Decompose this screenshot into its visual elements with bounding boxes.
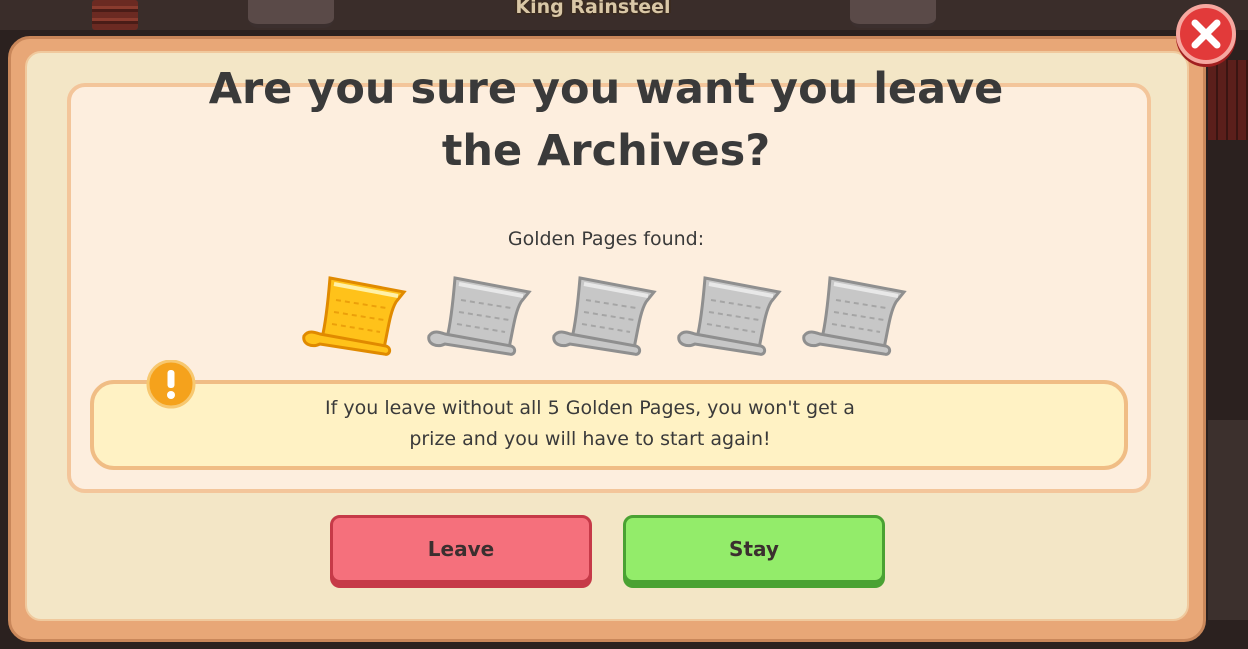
leave-button-label: Leave — [427, 537, 495, 561]
stay-button-label: Stay — [729, 537, 779, 561]
golden-page-4-icon — [677, 276, 782, 356]
golden-pages-row — [300, 272, 908, 364]
stay-button[interactable]: Stay — [623, 515, 885, 583]
dialog-title-line2: the Archives? — [441, 126, 771, 176]
golden-page-5-icon — [802, 276, 907, 356]
furniture — [1208, 420, 1248, 620]
close-button[interactable] — [1176, 4, 1236, 64]
warning-line1: If you leave without all 5 Golden Pages,… — [325, 397, 855, 419]
close-icon — [1191, 19, 1221, 49]
npc-name-label: King Rainsteel — [515, 0, 671, 18]
bookshelf — [1208, 60, 1248, 140]
golden-page-3-icon — [552, 276, 657, 356]
leave-button[interactable]: Leave — [330, 515, 592, 583]
golden-page-2-icon — [427, 276, 532, 356]
golden-page-1-icon — [302, 276, 407, 356]
dialog-title-line1: Are you sure you want you leave — [208, 64, 1004, 114]
warning-line2: prize and you will have to start again! — [409, 428, 771, 450]
warning-text: If you leave without all 5 Golden Pages,… — [140, 393, 1040, 455]
dialog-title: Are you sure you want you leave the Arch… — [0, 58, 1212, 182]
golden-pages-label: Golden Pages found: — [507, 228, 705, 250]
